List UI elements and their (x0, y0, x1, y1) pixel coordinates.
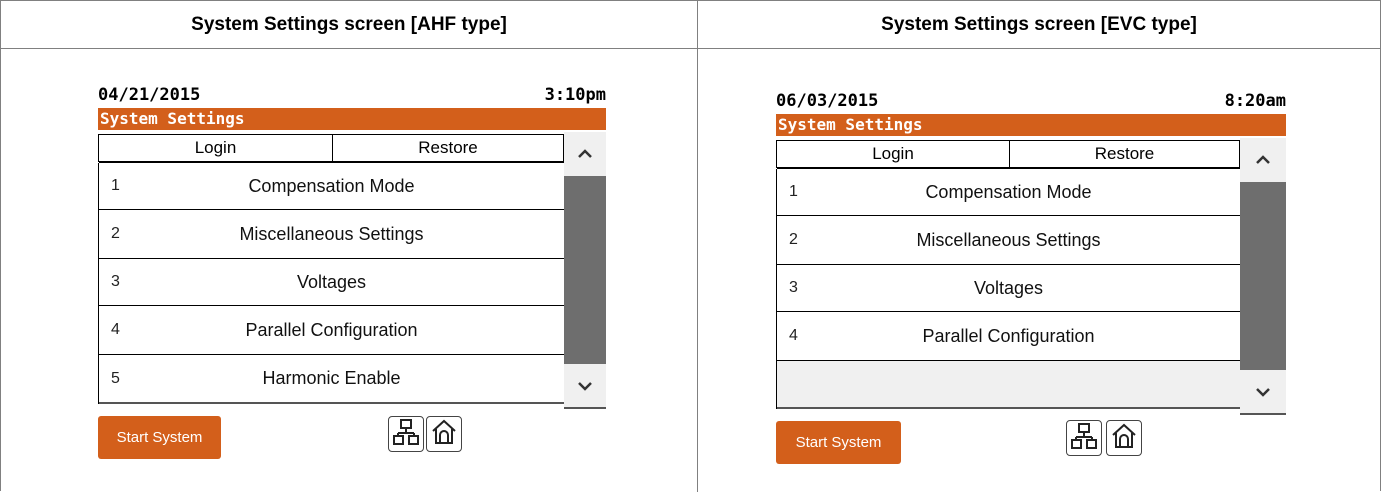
ahf-title: System Settings (98, 108, 606, 130)
item-label: Parallel Configuration (922, 325, 1095, 346)
list-item[interactable]: 1 Compensation Mode (777, 168, 1240, 216)
list-item[interactable]: 3 Voltages (777, 264, 1240, 312)
item-label: Miscellaneous Settings (916, 229, 1101, 250)
scroll-thumb[interactable] (564, 176, 606, 364)
item-label: Voltages (973, 277, 1044, 298)
evc-tab-bar: Login Restore (776, 140, 1240, 168)
home-icon (1110, 422, 1138, 455)
ahf-restore-tab[interactable]: Restore (332, 135, 563, 161)
network-button[interactable] (388, 416, 424, 452)
home-button[interactable] (426, 416, 462, 452)
start-system-button[interactable]: Start System (98, 416, 221, 459)
evc-scrollbar[interactable] (1240, 138, 1286, 415)
evc-settings-list: 1 Compensation Mode 2 Miscellaneous Sett… (776, 168, 1240, 409)
item-label: Harmonic Enable (262, 368, 401, 388)
list-item[interactable]: 4 Parallel Configuration (99, 305, 564, 355)
evc-screen: 06/03/2015 8:20am System Settings Login … (776, 91, 1286, 471)
start-system-button[interactable]: Start System (776, 421, 901, 464)
ahf-screen: 04/21/2015 3:10pm System Settings Login … (98, 85, 606, 465)
list-item[interactable]: 1 Compensation Mode (99, 162, 564, 210)
scroll-thumb[interactable] (1240, 182, 1286, 370)
evc-time: 8:20am (1224, 91, 1286, 111)
header-ahf: System Settings screen [AHF type] (1, 1, 697, 49)
column-divider (697, 1, 698, 492)
scroll-down-icon[interactable] (564, 364, 606, 409)
list-item[interactable]: 2 Miscellaneous Settings (99, 209, 564, 259)
network-icon (1070, 422, 1098, 455)
list-item[interactable]: 2 Miscellaneous Settings (777, 215, 1240, 265)
evc-title: System Settings (776, 114, 1286, 136)
network-button[interactable] (1066, 420, 1102, 456)
home-button[interactable] (1106, 420, 1142, 456)
ahf-login-tab[interactable]: Login (99, 135, 332, 161)
item-label: Miscellaneous Settings (239, 223, 424, 244)
ahf-date: 04/21/2015 (98, 85, 201, 105)
ahf-scrollbar[interactable] (564, 132, 606, 409)
list-item[interactable]: 5 Harmonic Enable (99, 354, 564, 404)
item-label: Voltages (296, 271, 367, 292)
empty-list-area (777, 360, 1240, 409)
evc-login-tab[interactable]: Login (777, 141, 1009, 167)
ahf-tab-bar: Login Restore (98, 134, 564, 162)
home-icon (430, 418, 458, 451)
item-label: Parallel Configuration (245, 319, 418, 340)
item-label: Compensation Mode (248, 175, 415, 196)
evc-date: 06/03/2015 (776, 91, 879, 111)
scroll-up-icon[interactable] (564, 132, 606, 176)
list-item[interactable]: 4 Parallel Configuration (777, 311, 1240, 361)
ahf-settings-list: 1 Compensation Mode 2 Miscellaneous Sett… (98, 162, 564, 404)
evc-restore-tab[interactable]: Restore (1009, 141, 1239, 167)
scroll-down-icon[interactable] (1240, 370, 1286, 415)
network-icon (392, 418, 420, 451)
item-label: Compensation Mode (925, 181, 1092, 202)
list-item[interactable]: 3 Voltages (99, 258, 564, 306)
header-evc: System Settings screen [EVC type] (698, 1, 1380, 49)
ahf-time: 3:10pm (544, 85, 606, 105)
scroll-up-icon[interactable] (1240, 138, 1286, 182)
